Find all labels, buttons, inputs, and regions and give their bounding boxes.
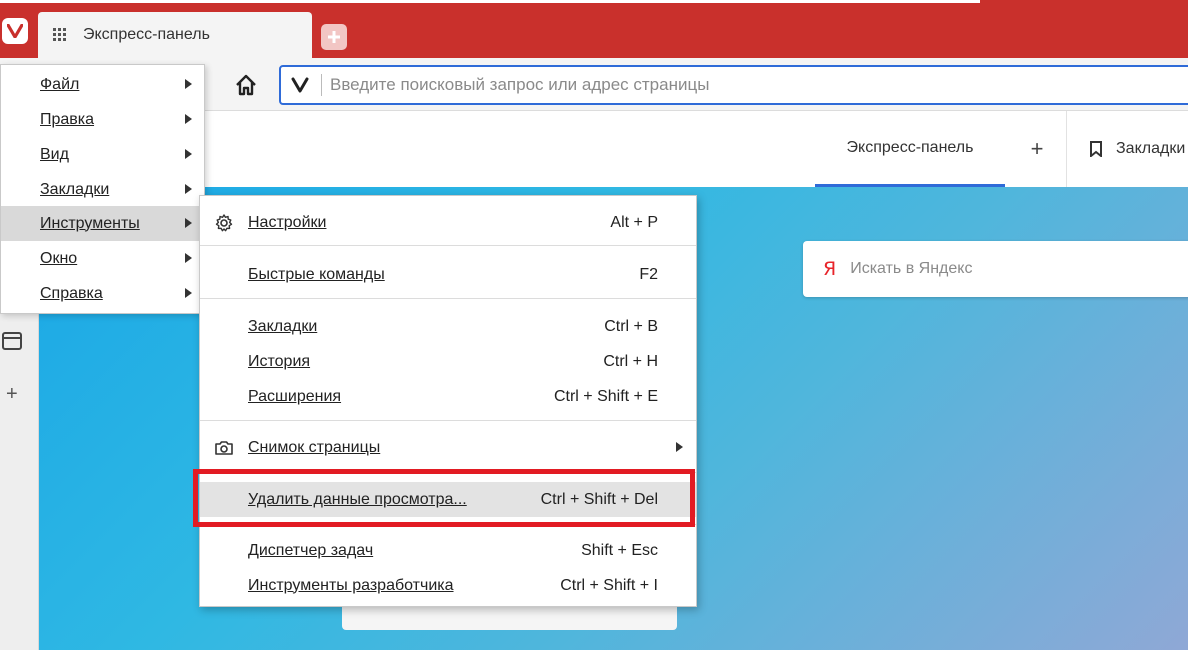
search-placeholder: Искать в Яндекс [850, 260, 973, 277]
menu-item-shortcut: F2 [639, 265, 658, 283]
bookmarks-tab[interactable]: Закладки [1090, 111, 1185, 187]
tab-title: Экспресс-панель [83, 26, 210, 43]
add-speed-dial-button[interactable]: + [1022, 111, 1052, 187]
menu-item-quick-commands[interactable]: Быстрые команды F2 [200, 257, 696, 292]
bookmark-icon [1090, 141, 1102, 157]
menu-separator [200, 420, 696, 421]
menu-item-label: Окно [40, 249, 78, 267]
submenu-arrow-icon [185, 218, 192, 228]
title-bar: Экспресс-панель [0, 0, 1188, 58]
menu-item-bookmarks[interactable]: Закладки [1, 172, 204, 207]
menu-item-label: Правка [40, 110, 95, 128]
menu-item-label: Вид [40, 145, 69, 163]
new-tab-button[interactable] [321, 24, 347, 50]
address-input[interactable] [328, 74, 1132, 96]
menu-item-clear-browsing-data[interactable]: Удалить данные просмотра... Ctrl + Shift… [200, 482, 696, 517]
menu-item-label: Снимок страницы [248, 438, 381, 456]
menu-item-extensions[interactable]: Расширения Ctrl + Shift + E [200, 379, 696, 414]
vivaldi-menu-button[interactable] [0, 14, 30, 48]
menu-item-label: Удалить данные просмотра... [248, 490, 467, 508]
yandex-search-box[interactable]: Я Искать в Яндекс [803, 241, 1188, 297]
main-menu: Файл Правка Вид Закладки Инструменты Окн… [0, 64, 205, 314]
menu-item-task-manager[interactable]: Диспетчер задач Shift + Esc [200, 533, 696, 568]
address-bar[interactable] [279, 65, 1188, 105]
home-icon[interactable] [232, 71, 260, 99]
menu-item-file[interactable]: Файл [1, 67, 204, 102]
menu-item-label: История [248, 352, 311, 370]
plus-icon [328, 31, 340, 43]
gear-icon [215, 214, 233, 232]
menu-item-label: Закладки [40, 180, 110, 198]
menu-item-label: Файл [40, 75, 80, 93]
menu-item-developer-tools[interactable]: Инструменты разработчика Ctrl + Shift + … [200, 568, 696, 603]
submenu-arrow-icon [185, 253, 192, 263]
menu-item-settings[interactable]: Настройки Alt + P [200, 205, 696, 240]
menu-item-label: Справка [40, 284, 103, 302]
menu-separator [200, 245, 696, 246]
menu-item-window[interactable]: Окно [1, 241, 204, 276]
submenu-arrow-icon [185, 114, 192, 124]
menu-item-capture-page[interactable]: Снимок страницы [200, 430, 696, 465]
menu-separator [200, 524, 696, 525]
menu-separator [200, 298, 696, 299]
menu-separator [200, 472, 696, 473]
menu-item-shortcut: Ctrl + B [604, 317, 658, 335]
menu-item-tools[interactable]: Инструменты [1, 206, 204, 241]
menu-item-label: Диспетчер задач [248, 541, 374, 559]
menu-item-bookmarks-panel[interactable]: Закладки Ctrl + B [200, 309, 696, 344]
header-divider [1066, 111, 1067, 187]
window-icon[interactable] [1, 331, 23, 351]
bookmarks-tab-label: Закладки [1116, 140, 1186, 157]
menu-item-shortcut: Ctrl + H [603, 352, 658, 370]
submenu-arrow-icon [185, 79, 192, 89]
menu-item-label: Закладки [248, 317, 318, 335]
menu-item-label: Расширения [248, 387, 342, 405]
tab-speed-dial[interactable]: Экспресс-панель [38, 12, 312, 58]
camera-icon [215, 441, 233, 455]
submenu-arrow-icon [185, 149, 192, 159]
menu-item-label: Настройки [248, 213, 327, 231]
speed-dial-tab[interactable]: Экспресс-панель [815, 111, 1005, 187]
menu-item-label: Быстрые команды [248, 265, 385, 283]
vivaldi-logo-icon [2, 18, 28, 44]
tools-submenu: Настройки Alt + P Быстрые команды F2 Зак… [199, 195, 697, 607]
menu-item-shortcut: Shift + Esc [581, 541, 658, 559]
submenu-arrow-icon [185, 288, 192, 298]
grid-icon [53, 28, 66, 41]
menu-item-help[interactable]: Справка [1, 276, 204, 311]
submenu-arrow-icon [676, 442, 683, 452]
menu-item-view[interactable]: Вид [1, 137, 204, 172]
menu-item-edit[interactable]: Правка [1, 102, 204, 137]
menu-item-label: Инструменты [40, 214, 140, 232]
submenu-arrow-icon [185, 184, 192, 194]
address-separator [321, 74, 322, 96]
menu-item-shortcut: Ctrl + Shift + I [560, 576, 658, 594]
menu-item-shortcut: Alt + P [610, 213, 658, 231]
yandex-logo-icon: Я [823, 258, 837, 280]
vivaldi-v-icon[interactable] [291, 76, 309, 94]
menu-item-label: Инструменты разработчика [248, 576, 454, 594]
menu-item-shortcut: Ctrl + Shift + E [553, 387, 658, 405]
add-panel-button[interactable]: + [6, 383, 18, 406]
title-bar-top-strip [0, 0, 980, 3]
menu-item-history[interactable]: История Ctrl + H [200, 344, 696, 379]
menu-item-shortcut: Ctrl + Shift + Del [540, 490, 658, 508]
